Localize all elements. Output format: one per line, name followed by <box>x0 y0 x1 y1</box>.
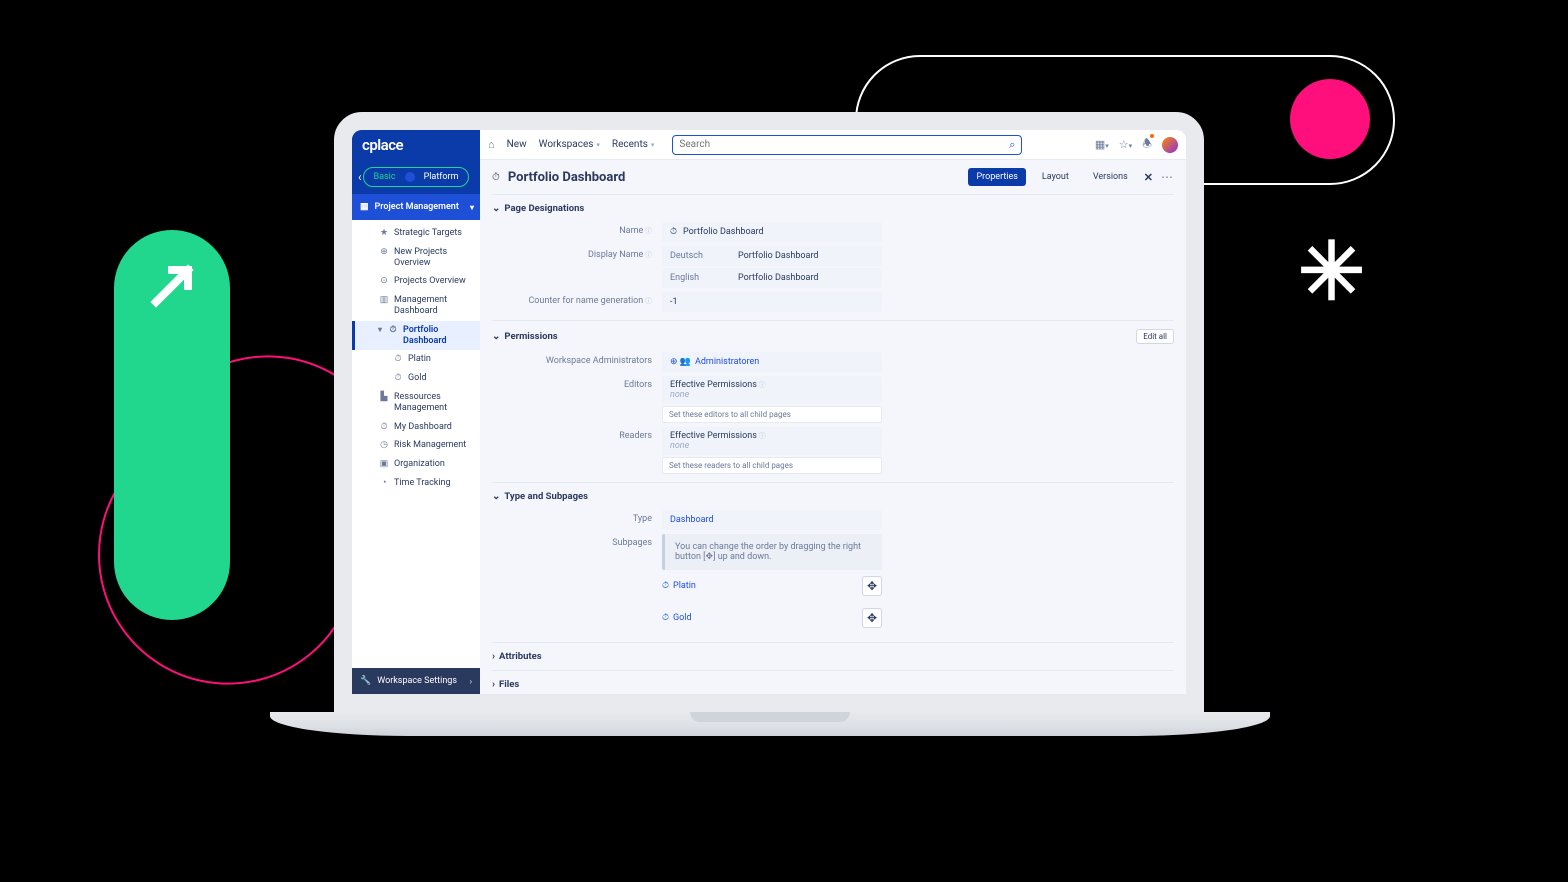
page-title: Portfolio Dashboard <box>508 170 625 185</box>
toggle-platform[interactable]: Platform <box>416 170 467 184</box>
nav-projects-overview[interactable]: ⊙Projects Overview <box>352 272 480 291</box>
label-readers: Readers <box>492 427 662 441</box>
field-display-name-de[interactable]: DeutschPortfolio Dashboard <box>662 246 882 266</box>
label-editors: Editors <box>492 376 662 390</box>
home-icon[interactable]: ⌂ <box>488 138 495 151</box>
set-readers-button[interactable]: Set these readers to all child pages <box>662 457 882 474</box>
workspace-settings-button[interactable]: 🔧Workspace Settings› <box>352 668 480 694</box>
nav-organization[interactable]: ▣Organization <box>352 455 480 474</box>
sidebar-back-button[interactable]: ‹ <box>358 170 362 184</box>
field-name[interactable]: ⏱Portfolio Dashboard <box>662 222 882 242</box>
label-ws-admins: Workspace Administrators <box>492 352 662 366</box>
nav-risk-management[interactable]: ◷Risk Management <box>352 436 480 455</box>
nav-ressources-management[interactable]: ▙Ressources Management <box>352 388 480 418</box>
nav-my-dashboard[interactable]: ⏱My Dashboard <box>352 418 480 437</box>
user-avatar[interactable] <box>1162 137 1178 153</box>
tab-versions[interactable]: Versions <box>1085 168 1136 186</box>
section-page-designations[interactable]: ⌄Page Designations <box>492 199 1174 218</box>
notifications-icon[interactable]: 🕭 <box>1142 135 1152 154</box>
field-readers[interactable]: Effective Permissions none <box>662 427 882 455</box>
nav-management-dashboard[interactable]: ▥Management Dashboard <box>352 291 480 321</box>
label-counter: Counter for name generation <box>492 292 662 306</box>
section-files[interactable]: ›Files <box>492 675 1174 694</box>
search-box[interactable]: ⌕ <box>672 135 1022 155</box>
nav-strategic-targets[interactable]: ★Strategic Targets <box>352 224 480 243</box>
favorite-icon[interactable]: ☆▾ <box>1119 138 1132 151</box>
label-subpages: Subpages <box>492 534 662 548</box>
section-permissions[interactable]: ⌄Permissions Edit all <box>492 325 1174 348</box>
nav-gold[interactable]: ⏱Gold <box>352 369 480 388</box>
topbar-recents[interactable]: Recents <box>612 139 654 150</box>
subpage-platin[interactable]: ⏱Platin✥ <box>662 570 882 602</box>
drag-handle-icon[interactable]: ✥ <box>862 576 882 596</box>
nav-time-tracking[interactable]: ◔Time Tracking <box>352 474 480 493</box>
subpage-gold[interactable]: ⏱Gold✥ <box>662 602 882 634</box>
field-type[interactable]: Dashboard <box>662 510 882 530</box>
topbar-workspaces[interactable]: Workspaces <box>539 139 600 150</box>
tab-layout[interactable]: Layout <box>1034 168 1077 186</box>
field-counter[interactable]: -1 <box>662 292 882 312</box>
workspace-header[interactable]: ▦ Project Management ▾ <box>352 194 480 220</box>
subpages-hint: You can change the order by dragging the… <box>662 534 882 570</box>
tab-more-button[interactable]: ⋯ <box>1161 170 1174 184</box>
mode-toggle[interactable]: Basic Platform <box>363 167 470 187</box>
tab-properties[interactable]: Properties <box>968 168 1025 186</box>
section-type-subpages[interactable]: ⌄Type and Subpages <box>492 487 1174 506</box>
field-editors[interactable]: Effective Permissions none <box>662 376 882 404</box>
drag-handle-icon[interactable]: ✥ <box>862 608 882 628</box>
search-input[interactable] <box>679 139 1009 150</box>
label-name: Name <box>492 222 662 236</box>
nav-new-projects[interactable]: ⊕New Projects Overview <box>352 243 480 273</box>
dashboard-icon: ⏱ <box>492 172 500 183</box>
label-display-name: Display Name <box>492 246 662 260</box>
workspace-name: Project Management <box>375 202 459 212</box>
nav-portfolio-dashboard[interactable]: ▾⏱Portfolio Dashboard <box>352 321 480 351</box>
tab-close-button[interactable]: ✕ <box>1144 171 1153 184</box>
topbar-new[interactable]: New <box>507 139 527 150</box>
section-attributes[interactable]: ›Attributes <box>492 647 1174 666</box>
nav-platin[interactable]: ⏱Platin <box>352 350 480 369</box>
set-editors-button[interactable]: Set these editors to all child pages <box>662 406 882 423</box>
apps-icon[interactable]: ▦▾ <box>1095 138 1109 151</box>
search-icon[interactable]: ⌕ <box>1009 138 1015 152</box>
field-display-name-en[interactable]: EnglishPortfolio Dashboard <box>662 268 882 288</box>
field-ws-admins[interactable]: ⊕ 👥Administratoren <box>662 352 882 372</box>
brand-logo: cplace <box>362 136 403 154</box>
label-type: Type <box>492 510 662 524</box>
edit-all-button[interactable]: Edit all <box>1136 329 1174 344</box>
toggle-basic[interactable]: Basic <box>366 170 404 184</box>
